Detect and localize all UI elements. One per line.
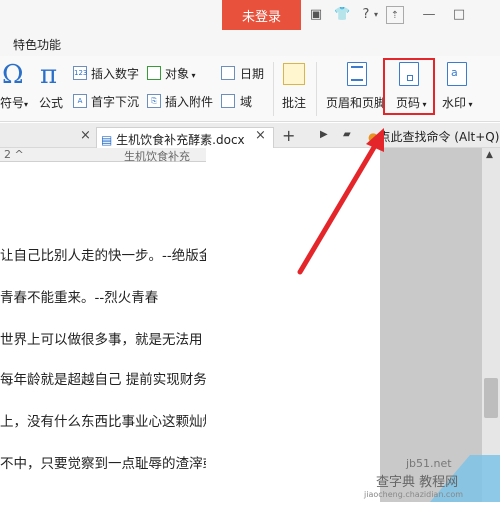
- doc-line: 青春不能重来。--烈火青春: [0, 290, 159, 306]
- watermark-url: jiaocheng.chazidian.com: [364, 490, 464, 499]
- page-margin-area: [380, 148, 482, 502]
- login-button[interactable]: 未登录: [222, 0, 301, 30]
- search-bulb-icon: ●: [368, 130, 379, 144]
- insert-number-icon: 123: [73, 66, 87, 80]
- doc-line: 上，没有什么东西比事业心这颗灿烂: [0, 414, 206, 430]
- omega-icon[interactable]: Ω: [2, 60, 24, 90]
- list-icon[interactable]: ▰: [343, 129, 351, 140]
- command-search[interactable]: ●点此查找命令 (Alt+Q): [368, 128, 499, 149]
- tab-document[interactable]: ▤ 生机饮食补充酵素.docx: [96, 127, 274, 148]
- header-footer-button[interactable]: 页眉和页脚: [326, 94, 384, 111]
- date-icon: [221, 66, 235, 80]
- pi-icon[interactable]: π: [40, 60, 57, 90]
- doc-line: 世界上可以做很多事，就是无法用: [0, 332, 203, 348]
- field-button[interactable]: 域: [240, 93, 252, 110]
- doc-line: 不中，只要觉察到一点耻辱的渣滓或: [0, 456, 206, 472]
- help-dropdown-icon[interactable]: ▾: [368, 7, 384, 23]
- pin-icon[interactable]: ⇡: [386, 6, 404, 24]
- maximize-button[interactable]: □: [450, 6, 468, 24]
- comment-icon[interactable]: [283, 63, 305, 85]
- ribbon-divider: [316, 62, 317, 116]
- scroll-up-icon[interactable]: ▲: [486, 150, 493, 160]
- drop-cap-button[interactable]: 首字下沉: [91, 93, 139, 110]
- ribbon-divider: [273, 62, 274, 116]
- vertical-scrollbar[interactable]: [482, 148, 500, 502]
- attachment-icon: ⎘: [147, 94, 161, 108]
- minimize-button[interactable]: —: [420, 6, 438, 24]
- title-bar: 未登录 ▣ 👕 ? ▾ ⇡ — □: [0, 0, 500, 30]
- doc-line: 每年龄就是超越自己 提前实现财务: [0, 372, 206, 388]
- doc-line: 让自己比别人走的快一步。--绝版金: [0, 248, 206, 264]
- shirt-icon[interactable]: 👕: [334, 7, 350, 23]
- watermark-icon[interactable]: a: [447, 62, 467, 86]
- document-canvas: [206, 148, 380, 502]
- sub-tab-1[interactable]: 2 ^: [4, 148, 24, 161]
- close-tab-icon[interactable]: ×: [255, 128, 266, 143]
- insert-attachment-button[interactable]: 插入附件: [165, 93, 213, 110]
- comment-button[interactable]: 批注: [282, 94, 306, 111]
- document-page[interactable]: 让自己比别人走的快一步。--绝版金 青春不能重来。--烈火青春 世界上可以做很多…: [0, 162, 206, 502]
- formula-button[interactable]: 公式: [39, 94, 63, 111]
- tab-special-features[interactable]: 特色功能: [13, 36, 61, 53]
- nav-icon[interactable]: ▶: [320, 129, 328, 140]
- word-doc-icon: ▤: [101, 133, 113, 147]
- header-footer-icon[interactable]: [347, 62, 367, 86]
- page-number-highlight: [383, 58, 435, 115]
- drop-cap-icon: A: [73, 94, 87, 108]
- skin-icon[interactable]: ▣: [308, 7, 324, 23]
- watermark-site: jb51.net: [406, 457, 452, 470]
- object-icon: [147, 66, 161, 80]
- date-button[interactable]: 日期: [240, 65, 264, 82]
- menu-bar: 特色功能: [0, 30, 500, 56]
- close-tab-icon[interactable]: ×: [80, 128, 91, 143]
- watermark-button[interactable]: 水印 ▾: [442, 94, 473, 111]
- watermark-text: 查字典 教程网: [376, 475, 459, 490]
- scroll-thumb[interactable]: [484, 378, 498, 418]
- new-tab-icon[interactable]: +: [282, 126, 295, 145]
- symbol-button[interactable]: 符号▾: [0, 94, 28, 111]
- site-watermark: 查字典 教程网 jb51.net jiaocheng.chazidian.com: [360, 455, 500, 502]
- insert-number-button[interactable]: 插入数字: [91, 65, 139, 82]
- object-button[interactable]: 对象 ▾: [165, 65, 196, 82]
- field-icon: [221, 94, 235, 108]
